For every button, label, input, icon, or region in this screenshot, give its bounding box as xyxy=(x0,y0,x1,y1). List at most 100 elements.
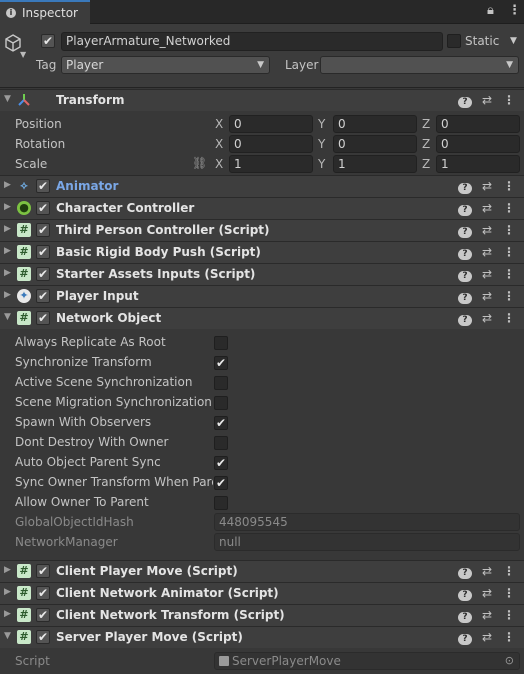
presets-icon[interactable]: ⇄ xyxy=(480,630,494,645)
rotation-z-field[interactable]: 0 xyxy=(436,135,520,153)
rotation-y-field[interactable]: 0 xyxy=(333,135,417,153)
foldout-collapsed-icon[interactable]: ▶ xyxy=(4,290,11,300)
client-network-animator-header[interactable]: ▶ # ✔ Client Network Animator (Script) ?… xyxy=(0,582,524,604)
context-menu-icon[interactable]: ⋮ xyxy=(502,311,516,326)
help-icon[interactable]: ? xyxy=(458,201,472,216)
foldout-collapsed-icon[interactable]: ▶ xyxy=(4,180,11,190)
scale-y-field[interactable]: 1 xyxy=(333,155,417,173)
static-checkbox[interactable] xyxy=(447,34,461,48)
active-checkbox[interactable]: ✔ xyxy=(41,34,55,48)
position-y-field[interactable]: 0 xyxy=(333,115,417,133)
foldout-collapsed-icon[interactable]: ▶ xyxy=(4,565,11,575)
object-picker-icon[interactable]: ⊙ xyxy=(505,653,514,669)
enabled-checkbox[interactable]: ✔ xyxy=(36,564,50,578)
foldout-collapsed-icon[interactable]: ▶ xyxy=(4,224,11,234)
tab-inspector[interactable]: i Inspector xyxy=(0,0,90,24)
lock-icon[interactable]: 🔒︎ xyxy=(487,3,494,18)
presets-icon[interactable]: ⇄ xyxy=(480,311,494,326)
rigid-body-push-header[interactable]: ▶ # ✔ Basic Rigid Body Push (Script) ? ⇄ ⋮ xyxy=(0,241,524,263)
help-icon[interactable]: ? xyxy=(458,223,472,238)
foldout-collapsed-icon[interactable]: ▶ xyxy=(4,609,11,619)
foldout-collapsed-icon[interactable]: ▶ xyxy=(4,587,11,597)
presets-icon[interactable]: ⇄ xyxy=(480,289,494,304)
enabled-checkbox[interactable]: ✔ xyxy=(36,179,50,193)
context-menu-icon[interactable]: ⋮ xyxy=(502,179,516,194)
context-menu-icon[interactable]: ⋮ xyxy=(502,630,516,645)
network-prop-checkbox[interactable] xyxy=(214,376,228,390)
foldout-expanded-icon[interactable]: ▼ xyxy=(4,312,11,322)
animator-header[interactable]: ▶ ⟡ ✔ Animator ? ⇄ ⋮ xyxy=(0,175,524,197)
help-icon[interactable]: ? xyxy=(458,564,472,579)
enabled-checkbox[interactable]: ✔ xyxy=(36,311,50,325)
position-z-field[interactable]: 0 xyxy=(436,115,520,133)
object-name-field[interactable]: PlayerArmature_Networked xyxy=(61,32,443,51)
enabled-checkbox[interactable]: ✔ xyxy=(36,245,50,259)
context-menu-icon[interactable]: ⋮ xyxy=(502,245,516,260)
enabled-checkbox[interactable]: ✔ xyxy=(36,608,50,622)
more-options-icon[interactable]: ⋮ xyxy=(508,3,521,18)
help-icon[interactable]: ? xyxy=(458,93,472,108)
context-menu-icon[interactable]: ⋮ xyxy=(502,564,516,579)
enabled-checkbox[interactable]: ✔ xyxy=(36,630,50,644)
context-menu-icon[interactable]: ⋮ xyxy=(502,267,516,282)
constrain-proportions-icon[interactable]: ⛓ xyxy=(192,156,207,170)
help-icon[interactable]: ? xyxy=(458,267,472,282)
client-player-move-header[interactable]: ▶ # ✔ Client Player Move (Script) ? ⇄ ⋮ xyxy=(0,560,524,582)
network-prop-checkbox[interactable]: ✔ xyxy=(214,456,228,470)
help-icon[interactable]: ? xyxy=(458,245,472,260)
presets-icon[interactable]: ⇄ xyxy=(480,586,494,601)
help-icon[interactable]: ? xyxy=(458,586,472,601)
foldout-collapsed-icon[interactable]: ▶ xyxy=(4,246,11,256)
enabled-checkbox[interactable]: ✔ xyxy=(36,201,50,215)
network-prop-checkbox[interactable] xyxy=(214,436,228,450)
context-menu-icon[interactable]: ⋮ xyxy=(502,93,516,108)
network-object-header[interactable]: ▼ # ✔ Network Object ? ⇄ ⋮ xyxy=(0,307,524,329)
scale-x-field[interactable]: 1 xyxy=(229,155,313,173)
network-prop-checkbox[interactable]: ✔ xyxy=(214,476,228,490)
help-icon[interactable]: ? xyxy=(458,179,472,194)
third-person-controller-header[interactable]: ▶ # ✔ Third Person Controller (Script) ?… xyxy=(0,219,524,241)
help-icon[interactable]: ? xyxy=(458,311,472,326)
context-menu-icon[interactable]: ⋮ xyxy=(502,289,516,304)
network-prop-checkbox[interactable]: ✔ xyxy=(214,356,228,370)
layer-dropdown[interactable]: ▼ xyxy=(320,56,519,74)
enabled-checkbox[interactable]: ✔ xyxy=(36,586,50,600)
tag-dropdown[interactable]: Player ▼ xyxy=(61,56,270,74)
network-prop-checkbox[interactable] xyxy=(214,396,228,410)
help-icon[interactable]: ? xyxy=(458,630,472,645)
presets-icon[interactable]: ⇄ xyxy=(480,179,494,194)
presets-icon[interactable]: ⇄ xyxy=(480,267,494,282)
foldout-collapsed-icon[interactable]: ▶ xyxy=(4,268,11,278)
rotation-x-field[interactable]: 0 xyxy=(229,135,313,153)
enabled-checkbox[interactable]: ✔ xyxy=(36,267,50,281)
enabled-checkbox[interactable]: ✔ xyxy=(36,289,50,303)
character-controller-header[interactable]: ▶ ● ✔ Character Controller ? ⇄ ⋮ xyxy=(0,197,524,219)
presets-icon[interactable]: ⇄ xyxy=(480,245,494,260)
context-menu-icon[interactable]: ⋮ xyxy=(502,223,516,238)
starter-assets-inputs-header[interactable]: ▶ # ✔ Starter Assets Inputs (Script) ? ⇄ ⋮ xyxy=(0,263,524,285)
icon-dropdown-caret[interactable]: ▼ xyxy=(20,50,26,59)
presets-icon[interactable]: ⇄ xyxy=(480,608,494,623)
foldout-expanded-icon[interactable]: ▼ xyxy=(4,631,11,641)
presets-icon[interactable]: ⇄ xyxy=(480,223,494,238)
network-prop-checkbox[interactable]: ✔ xyxy=(214,416,228,430)
presets-icon[interactable]: ⇄ xyxy=(480,564,494,579)
enabled-checkbox[interactable]: ✔ xyxy=(36,223,50,237)
presets-icon[interactable]: ⇄ xyxy=(480,201,494,216)
foldout-expanded-icon[interactable]: ▼ xyxy=(4,94,11,104)
script-field[interactable]: ServerPlayerMove ⊙ xyxy=(214,652,520,670)
context-menu-icon[interactable]: ⋮ xyxy=(502,586,516,601)
scale-z-field[interactable]: 1 xyxy=(436,155,520,173)
client-network-transform-header[interactable]: ▶ # ✔ Client Network Transform (Script) … xyxy=(0,604,524,626)
transform-header[interactable]: ▼ Transform ? ⇄ ⋮ xyxy=(0,89,524,111)
server-player-move-header[interactable]: ▼ # ✔ Server Player Move (Script) ? ⇄ ⋮ xyxy=(0,626,524,648)
foldout-collapsed-icon[interactable]: ▶ xyxy=(4,202,11,212)
help-icon[interactable]: ? xyxy=(458,289,472,304)
context-menu-icon[interactable]: ⋮ xyxy=(502,201,516,216)
presets-icon[interactable]: ⇄ xyxy=(480,93,494,108)
network-prop-checkbox[interactable] xyxy=(214,496,228,510)
network-prop-checkbox[interactable] xyxy=(214,336,228,350)
position-x-field[interactable]: 0 xyxy=(229,115,313,133)
help-icon[interactable]: ? xyxy=(458,608,472,623)
context-menu-icon[interactable]: ⋮ xyxy=(502,608,516,623)
